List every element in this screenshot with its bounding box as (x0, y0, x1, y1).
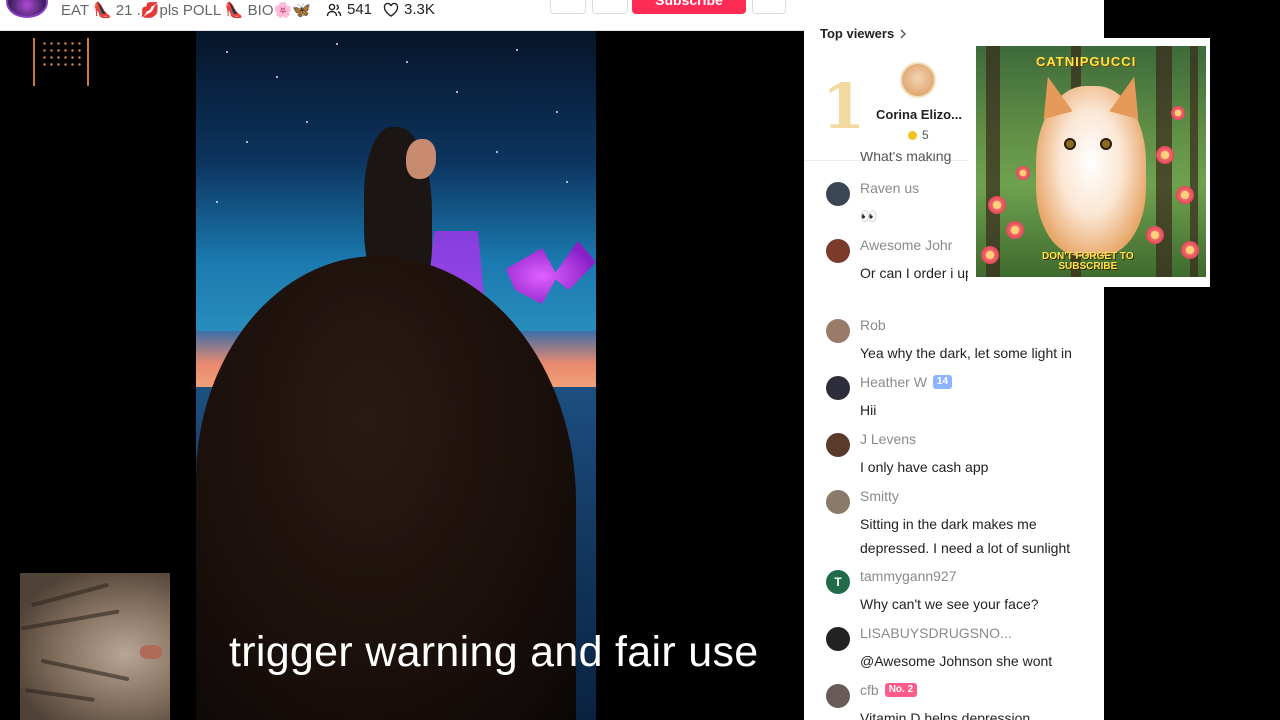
commenter-avatar[interactable] (826, 490, 850, 514)
top-viewer-rank: 1 (822, 70, 866, 143)
commenter-avatar[interactable] (826, 376, 850, 400)
commenter-name[interactable]: Heather W 14 (860, 374, 953, 390)
comment-text: Yea why the dark, let some light in (860, 345, 1072, 361)
comment-text: I only have cash app (860, 459, 989, 475)
streamer-avatar[interactable] (6, 0, 48, 18)
chevron-right-icon (900, 29, 907, 38)
viewer-count: 541 (326, 1, 372, 18)
user-badge: No. 2 (884, 683, 918, 697)
commenter-name[interactable]: J Levens (860, 431, 916, 447)
subscribe-button[interactable]: Subscribe (632, 0, 746, 14)
people-icon (326, 3, 342, 16)
user-badge: 14 (932, 375, 953, 389)
heart-icon (383, 2, 399, 17)
commenter-avatar[interactable] (826, 627, 850, 651)
comment-text: Why can't we see your face? (860, 596, 1039, 612)
commenter-name-text[interactable]: Raven us (860, 180, 919, 196)
commenter-name-text[interactable]: Awesome Johr (860, 237, 952, 253)
comment-text: Sitting in the dark makes me depressed. … (860, 516, 1071, 556)
stream-video[interactable] (196, 31, 596, 720)
commenter-name[interactable]: Raven us (860, 180, 919, 196)
gift-button[interactable] (592, 0, 628, 14)
top-viewer-coins: 5 (908, 128, 929, 142)
stream-title: EAT 👠 21 .💋pls POLL 👠 BIO🌸🦋 (61, 2, 311, 19)
commenter-name-text[interactable]: J Levens (860, 431, 916, 447)
promo-title: CATNIPGUCCI (1036, 54, 1137, 69)
commenter-avatar[interactable] (826, 684, 850, 708)
commenter-name-text[interactable]: cfb (860, 682, 879, 698)
commenter-name[interactable]: Smitty (860, 488, 899, 504)
top-viewer-avatar[interactable] (900, 62, 936, 98)
channel-promo-overlay: CATNIPGUCCI DON'T FORGET TO SUBSCRIBE (968, 38, 1210, 287)
commenter-avatar[interactable]: T (826, 570, 850, 594)
like-count-value: 3.3K (404, 1, 435, 18)
commenter-name-text[interactable]: LISABUYSDRUGSNO... (860, 625, 1012, 641)
top-viewers-label: Top viewers (820, 26, 895, 41)
like-count: 3.3K (383, 1, 435, 18)
comment-text: Hii (860, 402, 877, 418)
comment-text: @Awesome Johnson she wont (860, 653, 1053, 669)
cat-photo-overlay (20, 573, 170, 720)
coin-icon (908, 130, 917, 140)
more-options-button[interactable] (752, 0, 786, 14)
commenter-avatar[interactable] (826, 182, 850, 206)
commenter-name-text[interactable]: Heather W (860, 374, 927, 390)
commenter-name[interactable]: cfb No. 2 (860, 682, 918, 698)
commenter-avatar[interactable] (826, 433, 850, 457)
top-viewers-link[interactable]: Top viewers (820, 26, 907, 41)
comment-text: Vitamin D helps depression (860, 710, 1031, 720)
commenter-name[interactable]: LISABUYSDRUGSNO... (860, 625, 1012, 641)
viewer-count-value: 541 (347, 1, 373, 18)
overlay-decoration (33, 38, 89, 86)
commenter-name[interactable]: Awesome Johr (860, 237, 952, 253)
stream-header: EAT 👠 21 .💋pls POLL 👠 BIO🌸🦋 541 3.3K Sub… (0, 0, 804, 31)
share-button[interactable] (550, 0, 586, 14)
commenter-name-text[interactable]: Smitty (860, 488, 899, 504)
commenter-avatar[interactable] (826, 319, 850, 343)
commenter-name-text[interactable]: tammygann927 (860, 568, 957, 584)
top-viewer-name[interactable]: Corina Elizo... (876, 107, 962, 122)
clipped-comment: What's making (860, 152, 952, 164)
commenter-name-text[interactable]: Rob (860, 317, 886, 333)
commenter-name[interactable]: Rob (860, 317, 886, 333)
commenter-avatar[interactable] (826, 239, 850, 263)
stream-screen: EAT 👠 21 .💋pls POLL 👠 BIO🌸🦋 541 3.3K Sub… (0, 0, 1280, 720)
promo-subtitle: DON'T FORGET TO SUBSCRIBE (1042, 251, 1134, 272)
commenter-name[interactable]: tammygann927 (860, 568, 957, 584)
video-caption: trigger warning and fair use (229, 628, 759, 676)
